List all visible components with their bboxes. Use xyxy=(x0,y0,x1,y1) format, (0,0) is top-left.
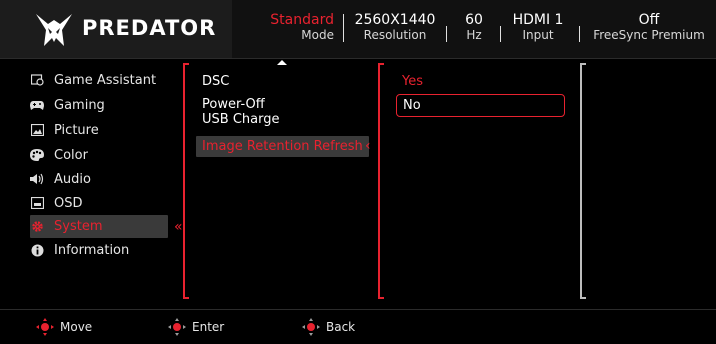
sidebar-item-information[interactable]: Information xyxy=(30,239,170,261)
sidebar-item-label: Picture xyxy=(54,122,99,138)
picture-icon xyxy=(30,123,44,137)
mode-status: Standard Mode xyxy=(262,12,334,42)
header-separator xyxy=(446,26,447,42)
footer-enter: Enter xyxy=(168,318,224,336)
sidebar-item-system[interactable]: System xyxy=(30,215,168,238)
sidebar-item-game-assistant[interactable]: Game Assistant xyxy=(30,69,170,91)
refresh-value: 60 xyxy=(465,12,483,28)
refresh-label: Hz xyxy=(466,28,482,42)
resolution-status: 2560X1440 Resolution xyxy=(348,12,442,42)
sidebar-item-label: OSD xyxy=(54,195,83,211)
dpad-icon xyxy=(302,318,320,336)
footer-move-label: Move xyxy=(60,320,93,334)
brand-name: PREDATOR xyxy=(82,16,217,40)
header-divider xyxy=(0,58,716,59)
input-status: HDMI 1 Input xyxy=(506,12,570,42)
chevron-left-icon: ‹ xyxy=(365,138,371,154)
freesync-value: Off xyxy=(638,12,660,28)
menu-item-image-retention-refresh[interactable]: Image Retention Refresh xyxy=(196,136,369,157)
sidebar-item-label: System xyxy=(54,219,103,234)
freesync-status: Off FreeSync Premium xyxy=(585,12,713,42)
game-assistant-icon xyxy=(30,73,44,87)
sidebar-item-picture[interactable]: Picture xyxy=(30,119,170,141)
dpad-icon xyxy=(36,318,54,336)
scroll-up-icon[interactable] xyxy=(277,60,287,65)
sidebar-item-osd[interactable]: OSD xyxy=(30,192,170,214)
resolution-label: Resolution xyxy=(363,28,427,42)
sidebar-item-label: Game Assistant xyxy=(54,72,157,88)
menu-item-dsc[interactable]: DSC xyxy=(202,74,229,89)
system-menu-bracket xyxy=(183,63,189,299)
sidebar-item-label: Color xyxy=(54,147,88,163)
gamepad-icon xyxy=(30,98,44,112)
dpad-icon xyxy=(168,318,186,336)
option-no[interactable]: No xyxy=(396,94,565,117)
footer-divider xyxy=(0,309,716,310)
input-value: HDMI 1 xyxy=(512,12,564,28)
sidebar-item-audio[interactable]: Audio xyxy=(30,168,170,190)
predator-logo-icon xyxy=(36,14,72,46)
gear-icon xyxy=(30,220,44,234)
detail-bracket xyxy=(580,63,586,299)
speaker-icon xyxy=(30,172,44,186)
info-icon xyxy=(30,243,44,257)
header-separator xyxy=(343,14,344,42)
sidebar-item-label: Information xyxy=(54,242,130,258)
options-bracket xyxy=(378,63,384,299)
osd-icon xyxy=(30,196,44,210)
sidebar-item-gaming[interactable]: Gaming xyxy=(30,94,170,116)
freesync-label: FreeSync Premium xyxy=(593,28,705,42)
chevron-left-icon: « xyxy=(174,219,183,235)
refresh-status: 60 Hz xyxy=(454,12,494,42)
footer-move: Move xyxy=(36,318,92,336)
input-label: Input xyxy=(522,28,554,42)
mode-value: Standard xyxy=(270,12,334,28)
header-separator xyxy=(500,26,501,42)
header-separator xyxy=(579,26,580,42)
footer-back: Back xyxy=(302,318,355,336)
palette-icon xyxy=(30,148,44,162)
option-yes[interactable]: Yes xyxy=(402,74,423,89)
sidebar-item-label: Gaming xyxy=(54,97,105,113)
resolution-value: 2560X1440 xyxy=(354,12,436,28)
menu-item-power-off-usb-charge[interactable]: Power-Off USB Charge xyxy=(202,97,279,127)
sidebar-item-color[interactable]: Color xyxy=(30,144,170,166)
mode-label: Mode xyxy=(301,28,334,42)
footer-enter-label: Enter xyxy=(192,320,225,334)
footer-back-label: Back xyxy=(326,320,356,334)
sidebar-item-label: Audio xyxy=(54,171,91,187)
